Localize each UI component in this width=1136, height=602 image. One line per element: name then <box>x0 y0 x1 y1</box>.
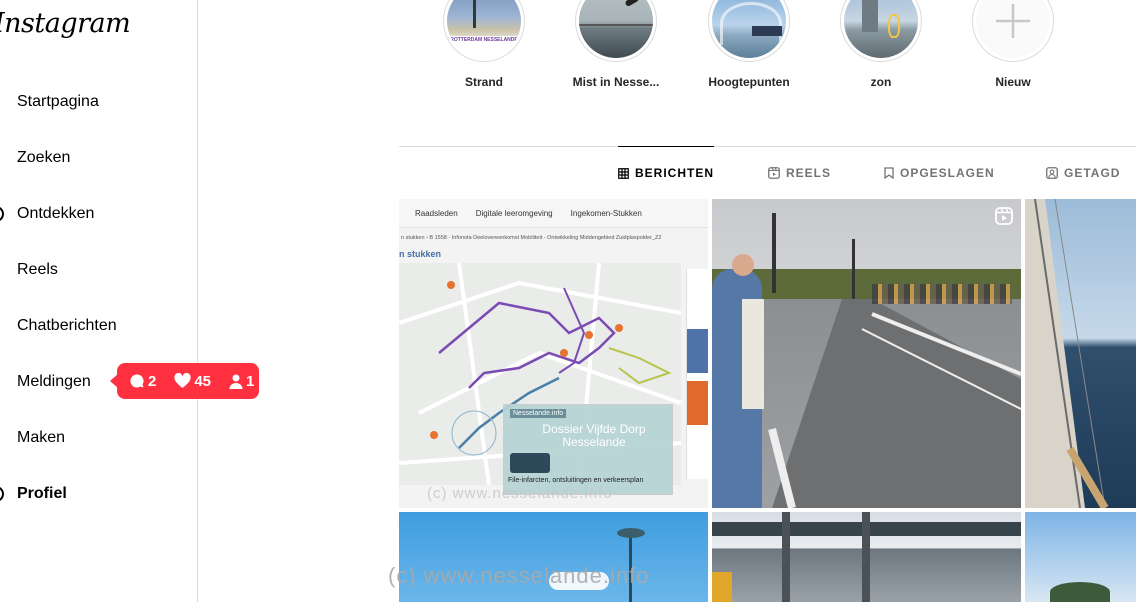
highlight-mist[interactable]: Mist in Nesse... <box>561 0 671 89</box>
highlight-label: Hoogtepunten <box>708 75 790 89</box>
tab-tagged[interactable]: GETAGD <box>1046 147 1120 199</box>
compass-icon <box>0 206 4 222</box>
nav-label: Profiel <box>17 485 67 502</box>
nav-search[interactable]: Zoeken <box>0 136 190 180</box>
post-topbar-item: Raadsleden <box>415 208 458 218</box>
highlight-overlay-text: ROTTERDAM NESSELANDE <box>447 36 521 44</box>
nav-explore[interactable]: Ontdekken <box>0 192 190 236</box>
dossier-card: Nesselande.info Dossier Vijfde Dorp Ness… <box>503 404 673 495</box>
nav-label: Maken <box>17 429 66 446</box>
tab-label: GETAGD <box>1064 166 1121 180</box>
highlight-zon[interactable]: zon <box>826 0 936 89</box>
highlight-ring <box>575 0 657 62</box>
nav-profile[interactable]: Profiel <box>0 472 190 516</box>
watermark: (c) www.nesselande.info <box>427 485 613 502</box>
heart-icon <box>0 373 4 389</box>
dossier-tag: Nesselande.info <box>510 409 567 418</box>
highlight-ring <box>840 0 922 62</box>
highlight-new[interactable]: Nieuw <box>958 0 1068 89</box>
tab-label: REELS <box>786 166 832 180</box>
profile-main: ROTTERDAM NESSELANDE Strand Mist in Ness… <box>198 0 1136 602</box>
post-topbar-item: Digitale leeromgeving <box>475 208 553 218</box>
tab-label: BERICHTEN <box>635 166 715 180</box>
highlight-image <box>579 0 653 58</box>
dossier-title: Dossier Vijfde Dorp Nesselande <box>542 422 646 449</box>
comment-count: 2 <box>129 373 156 390</box>
post-topbar: Raadsleden Digitale leeromgeving Ingekom… <box>399 199 708 228</box>
comment-count-value: 2 <box>148 372 157 390</box>
nav-reels[interactable]: Reels <box>0 248 190 292</box>
nav-label: Chatberichten <box>17 317 117 334</box>
highlight-label: Nieuw <box>995 75 1031 89</box>
highlight-ring: ROTTERDAM NESSELANDE <box>443 0 525 62</box>
nav-label: Reels <box>17 261 58 278</box>
highlight-label: zon <box>870 75 892 89</box>
post-tile[interactable] <box>712 512 1021 602</box>
reels-icon <box>768 167 780 179</box>
map-legend <box>686 269 708 479</box>
grid-icon <box>618 167 629 179</box>
profile-avatar <box>0 486 4 502</box>
heart-icon <box>174 373 191 388</box>
instagram-logo[interactable]: Instagram <box>0 8 131 39</box>
highlight-strand[interactable]: ROTTERDAM NESSELANDE Strand <box>429 0 539 89</box>
post-heading: n stukken <box>399 249 442 259</box>
nav-label: Zoeken <box>17 149 71 166</box>
nav-home[interactable]: Startpagina <box>0 80 190 124</box>
comment-icon <box>130 374 144 388</box>
highlight-label: Mist in Nesse... <box>572 75 660 89</box>
highlight-image <box>844 0 918 58</box>
tab-saved[interactable]: OPGESLAGEN <box>884 147 995 199</box>
nav-label: Meldingen <box>17 373 91 390</box>
tagged-icon <box>1046 167 1058 179</box>
nav-messages[interactable]: Chatberichten <box>0 304 190 348</box>
highlight-hoogtepunten[interactable]: Hoogtepunten <box>694 0 804 89</box>
highlight-label: Strand <box>464 75 503 89</box>
tab-reels[interactable]: REELS <box>768 147 831 199</box>
post-breadcrumb: n stukken › B 1558 · Infonota Deeloveree… <box>401 235 662 241</box>
tab-posts[interactable]: BERICHTEN <box>618 146 715 199</box>
post-tile[interactable] <box>1025 199 1136 508</box>
post-tile[interactable] <box>1025 512 1136 602</box>
nav-label: Ontdekken <box>17 205 95 222</box>
dossier-caption: File-infarcten, ontsluitingen en verkeer… <box>508 477 644 484</box>
reel-indicator-icon <box>995 207 1013 225</box>
sidebar: Instagram Startpagina Zoeken Ontdekken R… <box>0 0 198 602</box>
page-watermark: (c) www.nesselande.info <box>388 563 650 588</box>
nav-create[interactable]: Maken <box>0 416 190 460</box>
highlight-ring <box>708 0 790 62</box>
tab-label: OPGESLAGEN <box>900 166 995 180</box>
plus-icon <box>976 0 1050 58</box>
nav-label: Startpagina <box>17 93 99 110</box>
post-tile[interactable]: Raadsleden Digitale leeromgeving Ingekom… <box>399 199 708 508</box>
highlight-image <box>712 0 786 58</box>
post-topbar-item: Ingekomen-Stukken <box>570 208 642 218</box>
highlight-image: ROTTERDAM NESSELANDE <box>447 0 521 58</box>
bookmark-icon <box>884 167 894 179</box>
reel-tile[interactable] <box>712 199 1021 508</box>
highlight-ring <box>972 0 1054 62</box>
